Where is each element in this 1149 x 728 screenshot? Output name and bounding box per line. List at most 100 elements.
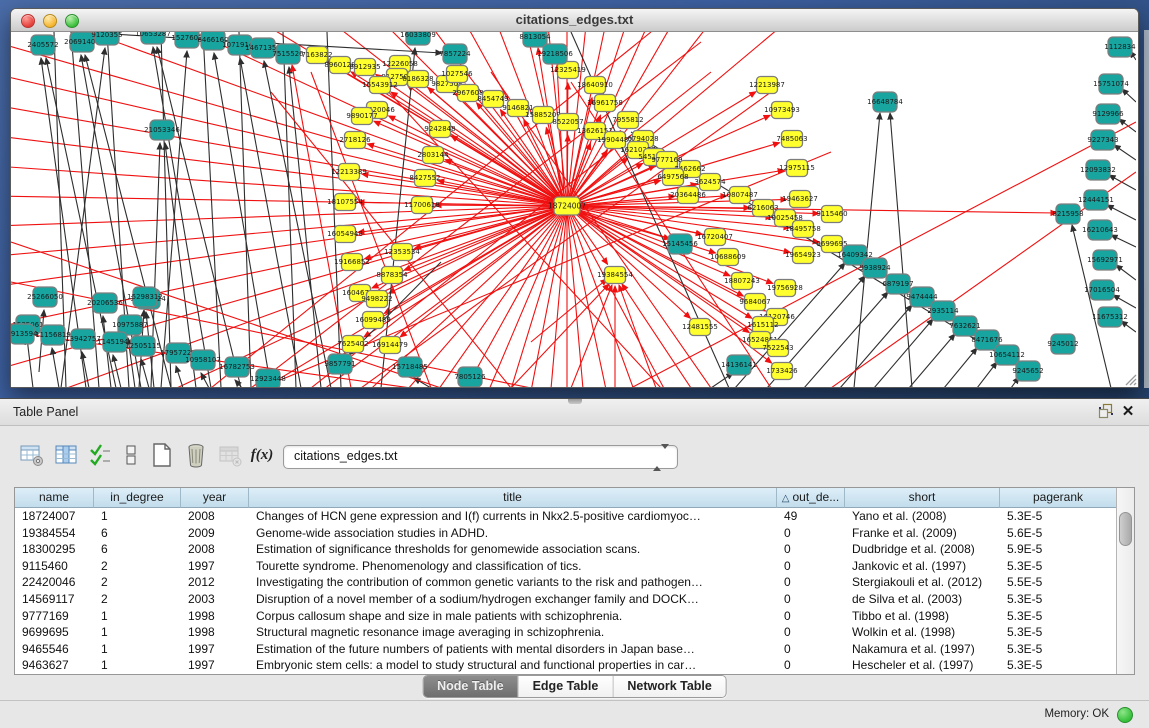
graph-node-label: 9245012 [1047, 340, 1078, 348]
table-cell: 5.9E-5 [1000, 541, 1117, 558]
column-header-year[interactable]: year [181, 488, 249, 508]
table-cell: 0 [777, 525, 845, 542]
graph-node-label: 15751074 [1093, 80, 1129, 88]
network-view[interactable]: 7163822896012889129351222605891275051654… [11, 32, 1138, 387]
graph-node-label: 15692971 [1087, 256, 1123, 264]
panel-splitter-handle[interactable] [568, 399, 582, 404]
graph-node-label: 16033809 [400, 32, 436, 39]
table-cell: 0 [777, 657, 845, 674]
graph-node-label: 12213987 [749, 81, 785, 89]
graph-node-label: 2405572 [27, 41, 58, 49]
table-row[interactable]: 977716911998Corpus callosum shape and si… [15, 608, 1117, 625]
graph-node-label: 10958107 [185, 356, 221, 364]
graph-node-label: 16648784 [867, 98, 903, 106]
table-row[interactable]: 911546021997Tourette syndrome. Phenomeno… [15, 558, 1117, 575]
graph-node-label: 8186328 [402, 75, 433, 83]
table-cell: 0 [777, 624, 845, 641]
table-cell: Hescheler et al. (1997) [845, 657, 1000, 674]
table-cell: 9777169 [15, 608, 94, 625]
graph-node-label: 3913594 [11, 330, 38, 338]
table-row[interactable]: 969969511998Structural magnetic resonanc… [15, 624, 1117, 641]
table-settings-icon[interactable] [18, 441, 46, 469]
table-panel-title: Table Panel [13, 405, 78, 419]
graph-node-label: 9684067 [739, 298, 770, 306]
window-resize-grip[interactable] [1124, 373, 1137, 386]
table-row[interactable]: 1938455462009Genome-wide association stu… [15, 525, 1117, 542]
graph-node-label: 9857791 [324, 360, 355, 368]
column-header-short[interactable]: short [845, 488, 1000, 508]
table-cell: Corpus callosum shape and size in male p… [249, 608, 777, 625]
graph-node-label: 12353534 [384, 248, 420, 256]
graph-node-label: 12505115 [125, 342, 161, 350]
graph-node-label: 7625402 [337, 340, 368, 348]
table-select-dropdown[interactable]: citations_edges.txt [283, 445, 678, 469]
table-row[interactable]: 2242004622012Investigating the contribut… [15, 574, 1117, 591]
table-cell: 5.3E-5 [1000, 657, 1117, 674]
graph-node-label: 9129966 [1092, 110, 1124, 118]
graph-node-label: 10973493 [764, 106, 800, 114]
network-window: citations_edges.txt 71638228960128891293… [10, 8, 1139, 388]
column-header-out_de...[interactable]: △out_de... [777, 488, 845, 508]
float-panel-button[interactable] [1097, 403, 1115, 421]
select-rows-icon[interactable] [86, 441, 114, 469]
column-header-pagerank[interactable]: pagerank [1000, 488, 1117, 508]
graph-node-label: 16720407 [697, 233, 733, 241]
graph-node-label: 19166852 [334, 258, 370, 266]
column-header-title[interactable]: title [249, 488, 777, 508]
graph-node-label: 9498222 [361, 295, 392, 303]
graph-node-label: 19463627 [782, 195, 818, 203]
graph-node-label: 9227343 [1087, 136, 1118, 144]
graph-node-label: 14136141 [721, 361, 757, 369]
tab-node-table[interactable]: Node Table [423, 676, 517, 697]
table-cell: Dudbridge et al. (2008) [845, 541, 1000, 558]
table-body: 1872400712008Changes of HCN gene express… [15, 508, 1117, 674]
tab-edge-table[interactable]: Edge Table [518, 676, 613, 697]
graph-node-label: 10688609 [710, 253, 746, 261]
graph-node-label: 19384554 [597, 271, 633, 279]
graph-node-label: 10654112 [989, 351, 1025, 359]
table-cell: Estimation of significance thresholds fo… [249, 541, 777, 558]
graph-node-label: 16914479 [372, 341, 408, 349]
table-row[interactable]: 946362711997Embryonic stem cells: a mode… [15, 657, 1117, 674]
function-builder-icon[interactable]: f(x) [248, 441, 276, 469]
table-cell: 5.3E-5 [1000, 624, 1117, 641]
show-columns-icon[interactable] [52, 441, 80, 469]
row-height-icon[interactable] [117, 441, 145, 469]
memory-status-indicator[interactable] [1117, 707, 1133, 723]
table-cell: 5.3E-5 [1000, 508, 1117, 525]
graph-node-label: 20206536 [87, 299, 123, 307]
column-header-in_degree[interactable]: in_degree [94, 488, 181, 508]
import-table-icon[interactable] [216, 441, 244, 469]
tab-network-table[interactable]: Network Table [612, 676, 726, 697]
graph-node-label: 18807243 [724, 277, 760, 285]
table-cell: Investigating the contribution of common… [249, 574, 777, 591]
graph-node-label: 7632621 [949, 322, 980, 330]
close-panel-button[interactable]: ✕ [1119, 403, 1137, 421]
table-row[interactable]: 1872400712008Changes of HCN gene express… [15, 508, 1117, 525]
graph-node-label: 16543912 [362, 81, 398, 89]
table-row[interactable]: 1830029562008Estimation of significance … [15, 541, 1117, 558]
delete-table-icon[interactable] [182, 441, 210, 469]
column-header-name[interactable]: name [15, 488, 94, 508]
graph-hub-node-label: 18724007 [548, 202, 586, 211]
table-cell: 0 [777, 608, 845, 625]
graph-node-label: 9890177 [346, 112, 377, 120]
table-cell: 5.5E-5 [1000, 574, 1117, 591]
table-cell: 9115460 [15, 558, 94, 575]
new-table-icon[interactable] [148, 441, 176, 469]
table-cell: 1997 [181, 558, 249, 575]
graph-node-label: 18640910 [577, 81, 613, 89]
window-titlebar[interactable]: citations_edges.txt [11, 9, 1138, 32]
graph-node-label: 12213389 [331, 168, 367, 176]
graph-node-label: 16210643 [1082, 226, 1118, 234]
table-row[interactable]: 946554611997Estimation of the future num… [15, 641, 1117, 658]
table-cell: 5.3E-5 [1000, 608, 1117, 625]
network-canvas[interactable]: 7163822896012889129351222605891275051654… [11, 32, 1136, 387]
graph-node-label: 9242848 [424, 125, 455, 133]
table-scrollbar-thumb[interactable] [1119, 512, 1132, 546]
memory-status-label: Memory: OK [1044, 708, 1109, 720]
table-cell: Estimation of the future numbers of pati… [249, 641, 777, 658]
table-scrollbar[interactable] [1116, 488, 1134, 674]
table-cell: 5.3E-5 [1000, 591, 1117, 608]
table-row[interactable]: 1456911722003Disruption of a novel membe… [15, 591, 1117, 608]
